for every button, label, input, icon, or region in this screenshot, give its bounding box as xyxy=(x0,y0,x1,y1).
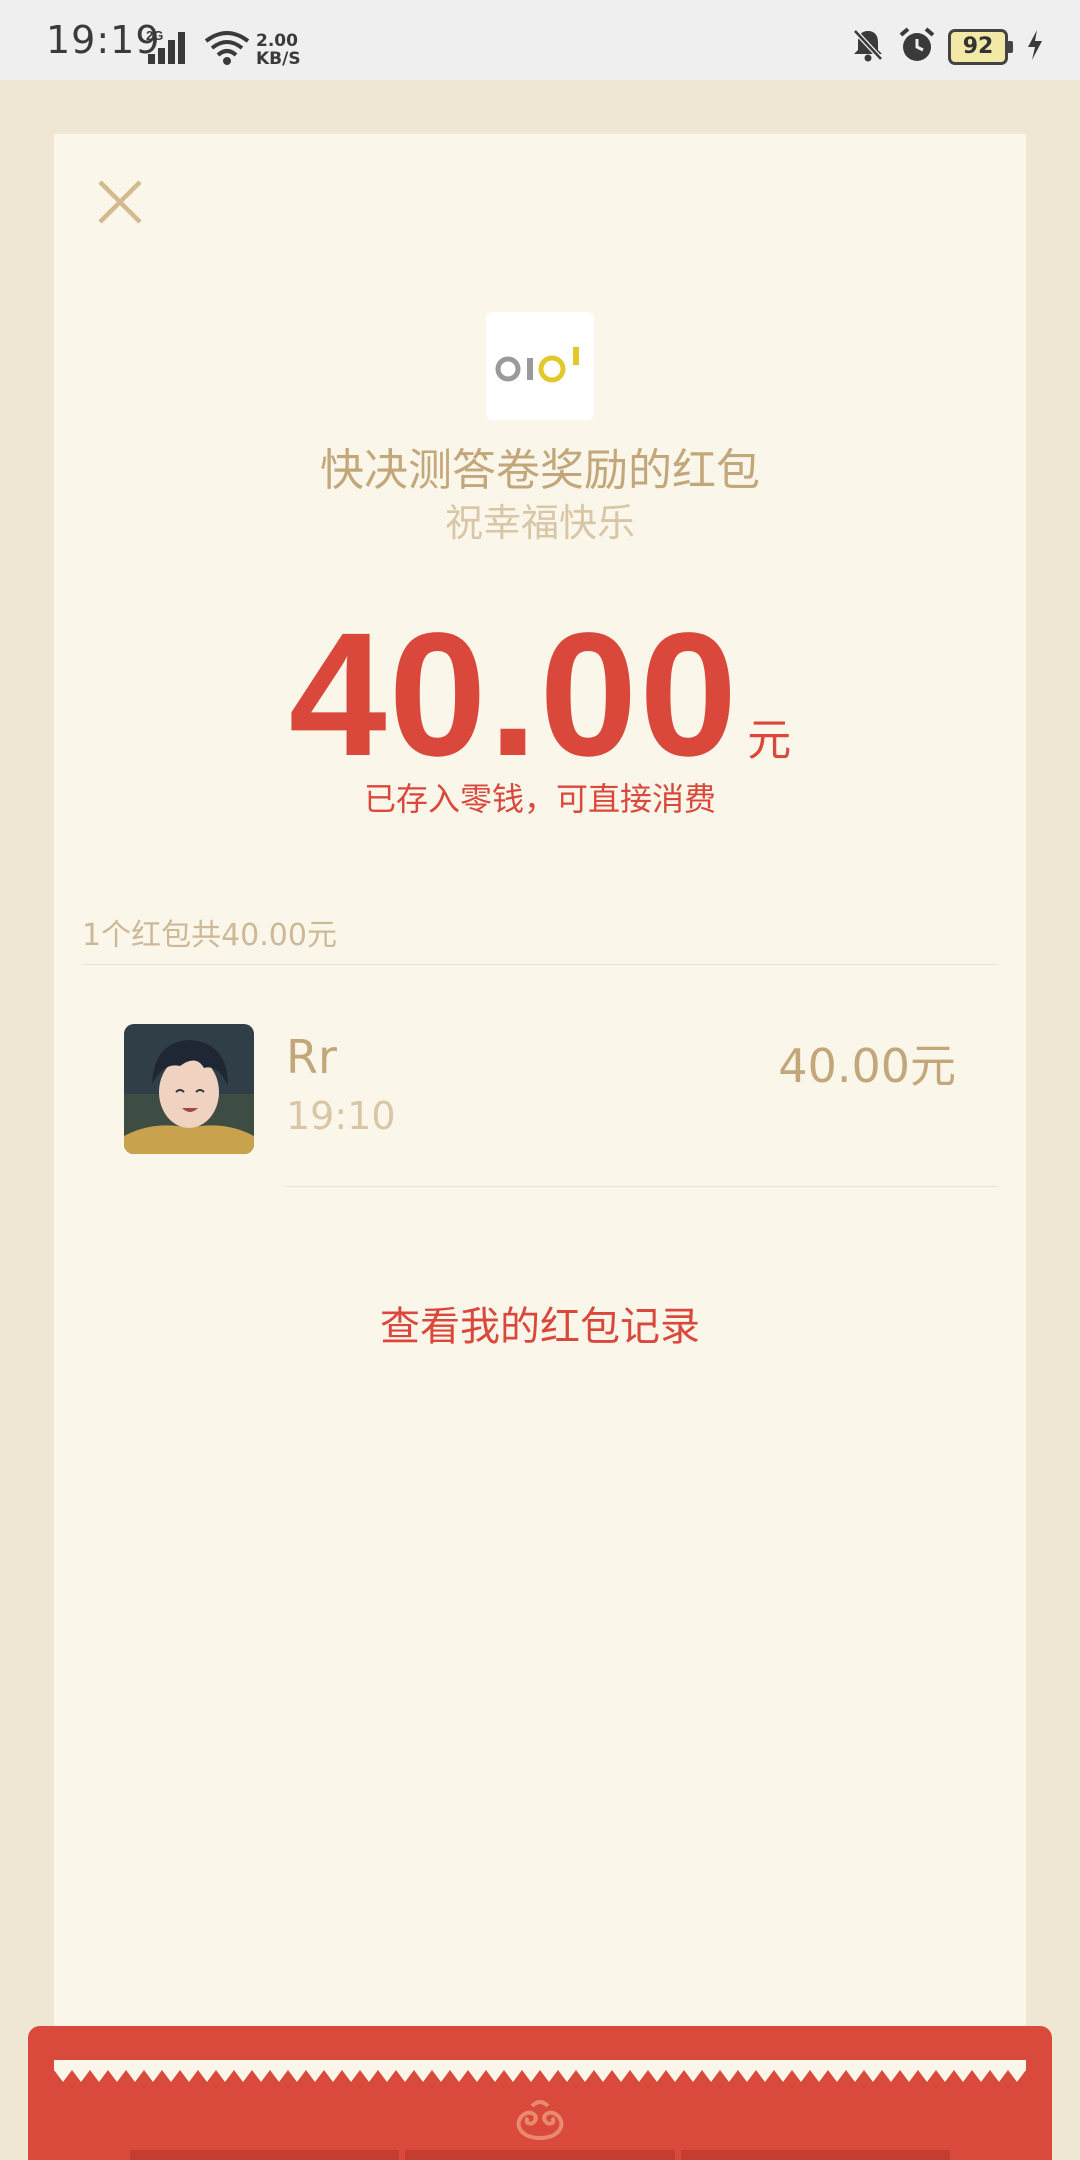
mute-bell-icon xyxy=(850,27,886,67)
envelope-flap-tabs xyxy=(130,2150,950,2160)
speed-value: 2.00 xyxy=(256,31,298,51)
close-button[interactable] xyxy=(90,172,150,232)
network-speed: 2.00 KB/S xyxy=(256,32,301,68)
battery-icon: 92 xyxy=(948,29,1013,65)
packet-greeting: 祝幸福快乐 xyxy=(444,501,635,545)
alarm-clock-icon xyxy=(898,26,936,68)
avatar[interactable] xyxy=(124,1024,254,1154)
status-bar: 19:19 2G 2.00 KB/S 92 xyxy=(0,0,1080,80)
divider xyxy=(286,1186,998,1187)
wifi-icon xyxy=(204,30,250,70)
envelope-emblem-icon xyxy=(510,2098,570,2146)
close-icon xyxy=(98,180,142,224)
received-amount: 40.00 元 xyxy=(54,594,1026,796)
zigzag-edge xyxy=(54,2060,1026,2082)
status-time: 19:19 xyxy=(46,18,161,62)
recipient-time: 19:10 xyxy=(286,1094,396,1138)
packet-summary: 1个红包共40.00元 xyxy=(82,918,337,953)
app-logo-icon xyxy=(495,347,579,383)
red-packet-detail-card: 快决测答卷奖励的红包 祝幸福快乐 40.00 元 已存入零钱，可直接消费 1个红包… xyxy=(54,134,1026,2160)
recipient-amount: 40.00元 xyxy=(778,1039,956,1093)
deposit-note: 已存入零钱，可直接消费 xyxy=(363,780,716,818)
charging-bolt-icon xyxy=(1026,30,1044,64)
recipient-name: Rr xyxy=(286,1030,337,1084)
sender-app-logo xyxy=(486,312,594,420)
network-type-label: 2G xyxy=(146,28,163,43)
speed-unit: KB/S xyxy=(256,49,301,69)
amount-value: 40.00 xyxy=(288,597,740,793)
view-records-link[interactable]: 查看我的红包记录 xyxy=(54,1294,1026,1352)
packet-title: 快决测答卷奖励的红包 xyxy=(320,445,760,496)
status-right-icons: 92 xyxy=(850,26,1044,68)
amount-unit: 元 xyxy=(747,715,792,766)
divider xyxy=(82,964,998,965)
cellular-signal-icon: 2G xyxy=(146,28,194,72)
